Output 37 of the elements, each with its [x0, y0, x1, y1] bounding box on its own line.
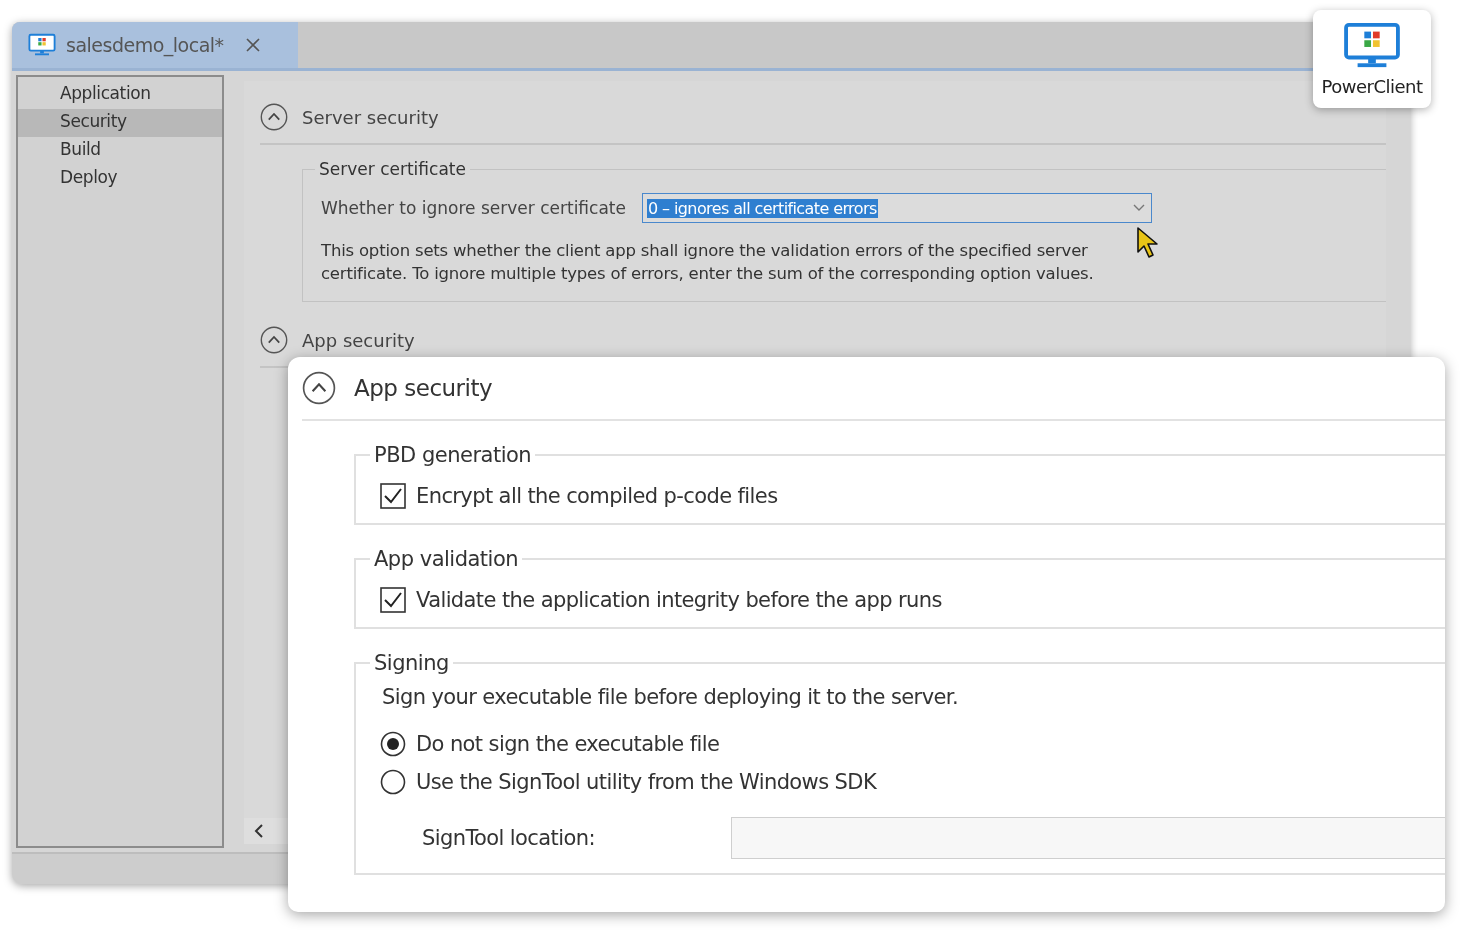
monitor-icon — [1343, 21, 1401, 70]
chevron-down-icon[interactable] — [1133, 204, 1145, 212]
field-label: SignTool location: — [422, 826, 595, 850]
collapse-icon[interactable] — [260, 103, 288, 131]
section-title: Server security — [302, 106, 439, 128]
radio-button[interactable] — [380, 769, 406, 795]
group-title: PBD generation — [373, 443, 533, 467]
sidebar-item[interactable]: Security — [18, 109, 222, 137]
collapse-icon[interactable] — [302, 371, 336, 405]
radio-label: Do not sign the executable file — [416, 732, 720, 756]
section-title: App security — [354, 375, 493, 401]
radio-button[interactable] — [380, 731, 406, 757]
checkbox-label: Validate the application integrity before the app runs — [416, 588, 942, 612]
close-icon[interactable] — [245, 38, 260, 52]
monitor-icon — [28, 33, 56, 57]
app-name: PowerClient — [1321, 75, 1423, 97]
group-title: Server certificate — [318, 159, 467, 179]
sidebar-item[interactable]: Deploy — [18, 165, 222, 193]
path-input-field[interactable] — [730, 817, 1445, 859]
sidebar-item[interactable]: Application — [18, 81, 222, 109]
group-title: App validation — [373, 547, 520, 571]
collapse-icon[interactable] — [260, 326, 288, 354]
radio-label: Use the SignTool utility from the Windows SDK — [416, 770, 877, 794]
certificate-dropdown[interactable]: 0 – ignores all certificate errors — [642, 193, 1152, 223]
checkbox[interactable] — [380, 483, 406, 509]
sidebar-item[interactable]: Build — [18, 137, 222, 165]
field-label: Whether to ignore server certificate — [321, 198, 626, 218]
section-title: App security — [302, 329, 415, 351]
scroll-left-icon[interactable] — [254, 824, 264, 838]
checkbox[interactable] — [380, 587, 406, 613]
hint-text: Sign your executable file before deploying it to the server. — [382, 685, 959, 709]
document-tab[interactable]: salesdemo_local* — [12, 22, 298, 68]
checkbox-label: Encrypt all the compiled p-code files — [416, 484, 778, 508]
tab-title: salesdemo_local* — [66, 34, 224, 56]
description-text: This option sets whether the client app shall ignore the validation errors of the specified server certificate. To ignore multiple types of errors, enter the sum of the corresponding option values. — [321, 240, 1095, 285]
group-title: Signing — [373, 651, 450, 675]
cursor-icon — [1136, 226, 1160, 260]
